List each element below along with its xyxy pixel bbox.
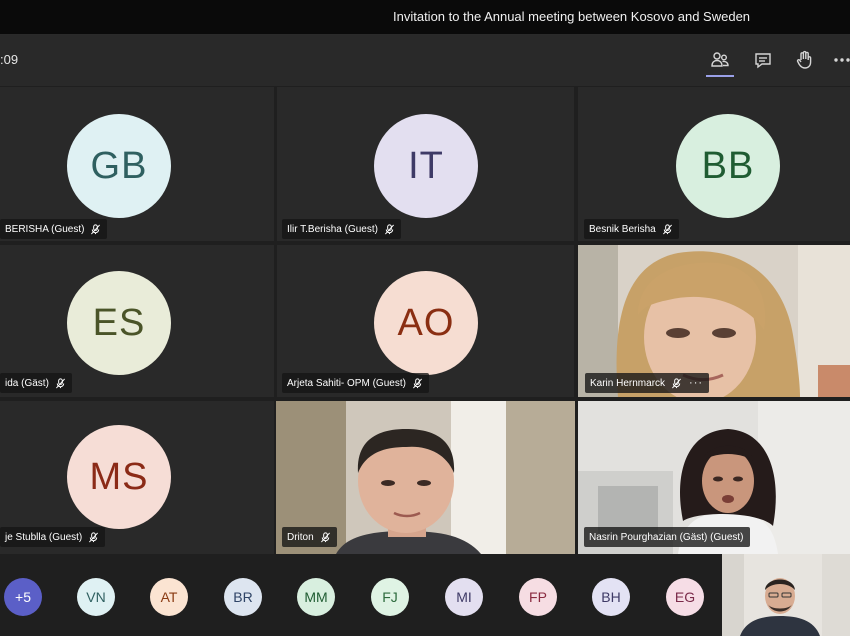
self-video	[722, 554, 850, 636]
participant-avatar: IT	[374, 114, 478, 218]
participant-name: Karin Hernmarck	[590, 377, 666, 389]
mic-muted-icon	[320, 531, 330, 542]
participant-name-tag: Nasrin Pourghazian (Gäst) (Guest)	[584, 527, 750, 547]
participant-tile[interactable]: BB Besnik Berisha	[578, 87, 850, 241]
participant-name: BERISHA (Guest)	[5, 223, 85, 235]
participant-name: ida (Gäst)	[5, 377, 49, 389]
raise-hand-button[interactable]	[791, 48, 817, 72]
participant-chip[interactable]: BH	[592, 578, 630, 616]
participant-avatar: BB	[676, 114, 780, 218]
participant-chip[interactable]: EG	[666, 578, 704, 616]
call-timer: :09	[0, 52, 19, 67]
participant-chip[interactable]: BR	[224, 578, 262, 616]
mic-muted-icon	[91, 223, 101, 234]
participant-name: Ilir T.Berisha (Guest)	[287, 223, 378, 235]
participant-name-tag: Besnik Berisha	[584, 219, 679, 239]
participant-tile[interactable]: GB BERISHA (Guest)	[0, 87, 274, 241]
participant-chip[interactable]: MI	[445, 578, 483, 616]
participant-name-tag: BERISHA (Guest)	[0, 219, 108, 239]
title-bar: Invitation to the Annual meeting between…	[0, 0, 850, 35]
participant-name: Besnik Berisha	[589, 223, 656, 235]
participant-avatar: MS	[67, 425, 171, 529]
participant-video-tile[interactable]: Driton	[276, 401, 575, 554]
mic-muted-icon	[662, 223, 672, 234]
participant-avatar: ES	[67, 271, 171, 375]
mic-muted-icon	[412, 377, 422, 388]
participant-more-options[interactable]: ···	[689, 377, 703, 389]
participant-video-tile[interactable]: Nasrin Pourghazian (Gäst) (Guest)	[578, 401, 850, 554]
participant-avatar: AO	[374, 271, 478, 375]
participant-name-tag: Arjeta Sahiti- OPM (Guest)	[282, 373, 429, 393]
participant-name-tag: Driton	[282, 527, 337, 547]
mic-muted-icon	[55, 377, 65, 388]
participant-chip[interactable]: MM	[297, 578, 335, 616]
participant-tile[interactable]: MS je Stublla (Guest)	[0, 401, 274, 554]
self-view-video[interactable]	[722, 554, 850, 636]
participant-tile[interactable]: IT Ilir T.Berisha (Guest)	[277, 87, 574, 241]
participant-chip[interactable]: VN	[77, 578, 115, 616]
chat-button[interactable]	[750, 48, 776, 72]
chat-icon	[755, 53, 771, 69]
participant-chip[interactable]: FP	[519, 578, 557, 616]
participant-video-tile[interactable]: Karin Hernmarck ···	[578, 245, 850, 397]
mic-muted-icon	[672, 377, 682, 388]
participant-name-tag: Karin Hernmarck ···	[585, 373, 710, 393]
participant-name-tag: Ilir T.Berisha (Guest)	[282, 219, 401, 239]
participants-icon	[711, 52, 729, 67]
participants-button[interactable]	[707, 48, 733, 72]
meeting-title: Invitation to the Annual meeting between…	[393, 9, 751, 24]
participant-name-tag: ida (Gäst)	[0, 373, 72, 393]
participant-name-tag: je Stublla (Guest)	[0, 527, 106, 547]
more-participants-badge[interactable]: +5	[4, 578, 42, 616]
participant-name: Driton	[287, 531, 314, 543]
participant-chip[interactable]: AT	[150, 578, 188, 616]
mic-muted-icon	[384, 223, 394, 234]
mic-muted-icon	[89, 531, 99, 542]
active-indicator	[706, 75, 734, 77]
more-options-button[interactable]	[832, 48, 850, 72]
participant-name: Nasrin Pourghazian (Gäst) (Guest)	[589, 531, 744, 543]
participant-tile[interactable]: AO Arjeta Sahiti- OPM (Guest)	[277, 245, 574, 397]
meeting-toolbar: :09	[0, 35, 850, 86]
more-options-icon	[834, 58, 850, 62]
participant-tile[interactable]: ES ida (Gäst)	[0, 245, 274, 397]
raise-hand-icon	[796, 50, 812, 69]
participant-avatar: GB	[67, 114, 171, 218]
participant-chip[interactable]: FJ	[371, 578, 409, 616]
participant-name: je Stublla (Guest)	[5, 531, 83, 543]
participant-name: Arjeta Sahiti- OPM (Guest)	[287, 377, 406, 389]
